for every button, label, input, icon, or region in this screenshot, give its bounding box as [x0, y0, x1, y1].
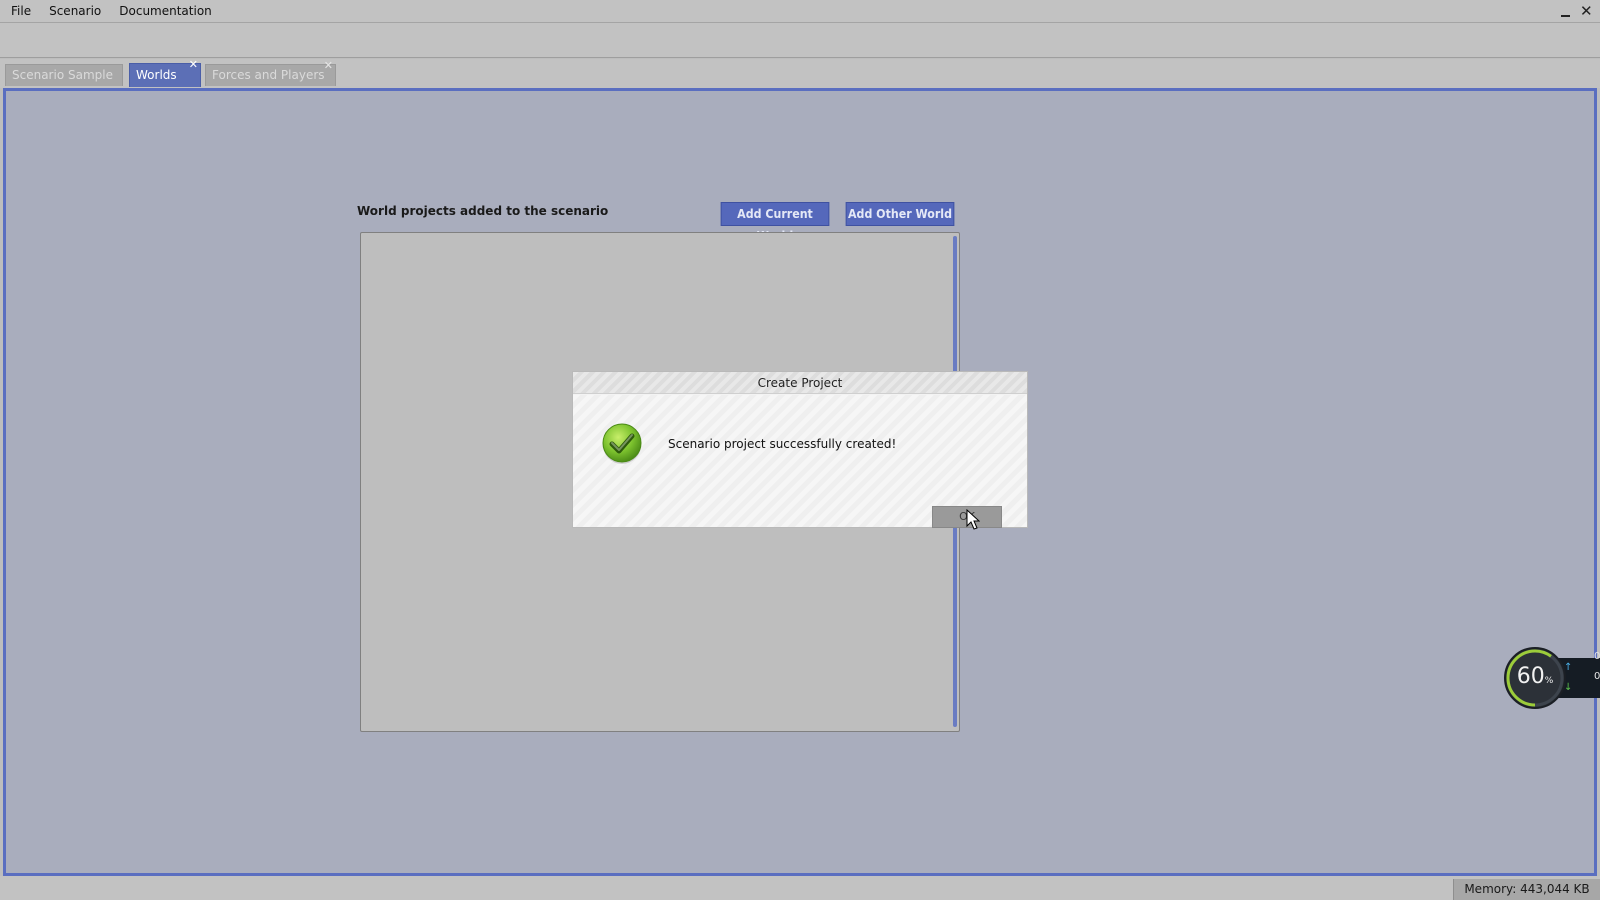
menu-documentation[interactable]: Documentation [110, 0, 221, 23]
gauge-readout: 60% [1504, 647, 1566, 709]
minimize-button[interactable] [1560, 5, 1572, 19]
gauge-value: 60 [1516, 664, 1545, 689]
dialog-body: Scenario project successfully created! O… [573, 395, 1027, 530]
tab-close-icon[interactable]: ✕ [189, 59, 198, 70]
dialog-message: Scenario project successfully created! [668, 437, 897, 451]
memory-usage: Memory: 443,044 KB [1453, 879, 1600, 900]
create-project-dialog: Create Project Scenario project successf… [572, 371, 1028, 530]
add-current-world-button[interactable]: Add Current World [720, 202, 830, 243]
toolbar [0, 23, 1600, 58]
tab-scenario-sample[interactable]: Scenario Sample [5, 64, 123, 86]
close-icon: ✕ [1580, 1, 1593, 20]
gauge-unit: % [1544, 676, 1554, 686]
download-value: 0 [1594, 671, 1600, 682]
cpu-gauge-widget: ↑ ↓ 0 0 60% [1504, 647, 1600, 709]
status-bar: Memory: 443,044 KB [0, 876, 1600, 900]
minimize-icon [1561, 14, 1570, 17]
tab-label: Forces and Players [212, 68, 325, 82]
close-window-button[interactable]: ✕ [1580, 1, 1593, 20]
success-check-icon [602, 423, 642, 464]
menu-file[interactable]: File [0, 0, 40, 23]
tab-strip: Scenario Sample Worlds ✕ Forces and Play… [0, 59, 1600, 88]
mouse-cursor-icon [966, 509, 980, 530]
window-controls: ✕ [1560, 0, 1593, 23]
tab-label: Worlds [136, 68, 177, 82]
add-other-world-button[interactable]: Add Other World [845, 202, 955, 226]
menu-bar: File Scenario Documentation ✕ [0, 0, 1600, 23]
upload-value: 0 [1594, 651, 1600, 662]
tab-close-icon[interactable]: ✕ [324, 60, 333, 71]
tab-worlds[interactable]: Worlds ✕ [129, 59, 201, 87]
menu-scenario[interactable]: Scenario [40, 0, 110, 23]
section-label: World projects added to the scenario [357, 204, 609, 218]
tab-forces-and-players[interactable]: Forces and Players ✕ [205, 60, 336, 86]
dialog-title: Create Project [573, 372, 1027, 394]
tab-label: Scenario Sample [12, 68, 113, 82]
